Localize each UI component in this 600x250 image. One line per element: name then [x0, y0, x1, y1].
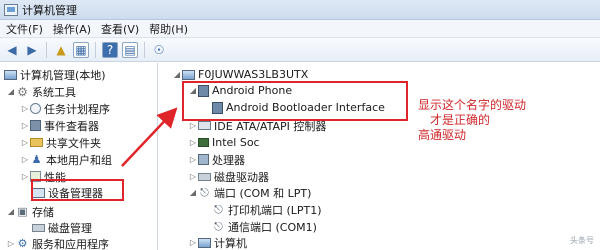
properties-icon[interactable]: ▤	[122, 41, 138, 58]
tree-system-tools[interactable]: ◢ ⚙ 系统工具	[6, 84, 76, 99]
users-icon: ♟	[31, 153, 42, 166]
android-device-highlight	[182, 81, 408, 121]
up-folder-icon[interactable]: ▲	[53, 42, 69, 58]
storage-icon: ▣	[17, 205, 28, 218]
disk-management-label: 磁盘管理	[48, 221, 92, 235]
show-hide-tree-icon[interactable]: ▦	[73, 41, 89, 58]
ports-label: 端口 (COM 和 LPT)	[214, 186, 312, 200]
intel-soc-label: Intel Soc	[212, 136, 260, 149]
back-arrow-icon[interactable]: ◀	[4, 42, 20, 58]
comm-port-label: 通信端口 (COM1)	[228, 220, 317, 234]
device-printer-port[interactable]: ⎋ 打印机端口 (LPT1)	[212, 202, 322, 217]
navigation-tree: 计算机管理(本地) ◢ ⚙ 系统工具 ▷ 任务计划程序 ▷ 事件查看器 ▷ 共享…	[0, 63, 158, 250]
annotation-note: 显示这个名字的驱动 才是正确的 高通驱动	[418, 98, 526, 143]
collapse-arrow-icon[interactable]: ◢	[188, 188, 198, 197]
expand-arrow-icon[interactable]: ▷	[20, 138, 30, 147]
device-disk-drives[interactable]: ▷ 磁盘驱动器	[188, 169, 269, 184]
menu-help[interactable]: 帮助(H)	[147, 21, 196, 37]
menu-action[interactable]: 操作(A)	[51, 21, 99, 37]
computer-icon	[198, 237, 211, 248]
computer-node-label: 计算机	[214, 236, 247, 250]
expand-arrow-icon[interactable]: ▷	[20, 172, 30, 181]
storage-label: 存储	[32, 205, 54, 219]
event-log-icon	[30, 120, 41, 131]
device-comm-port[interactable]: ⎋ 通信端口 (COM1)	[212, 219, 317, 234]
event-viewer-label: 事件查看器	[44, 119, 99, 133]
expand-arrow-icon[interactable]: ▷	[20, 104, 30, 113]
expand-arrow-icon[interactable]: ▷	[188, 238, 198, 247]
processor-label: 处理器	[212, 153, 245, 167]
window-title: 计算机管理	[22, 3, 77, 17]
watermark: 头条号	[570, 236, 594, 245]
toolbar-separator	[144, 41, 145, 58]
computer-management-icon	[4, 3, 18, 16]
ide-controller-icon	[198, 121, 211, 130]
expand-arrow-icon[interactable]: ▷	[20, 121, 30, 130]
device-computer[interactable]: ▷ 计算机	[188, 235, 247, 250]
local-users-label: 本地用户和组	[46, 153, 112, 167]
menu-bar: 文件(F) 操作(A) 查看(V) 帮助(H)	[0, 20, 600, 38]
tree-root-label: 计算机管理(本地)	[20, 68, 106, 82]
services-icon: ⚙	[17, 237, 28, 250]
device-root[interactable]: ◢ F0JUWWAS3LB3UTX	[172, 67, 308, 82]
shared-folders-label: 共享文件夹	[46, 136, 101, 150]
disk-drives-label: 磁盘驱动器	[214, 170, 269, 184]
task-scheduler-label: 任务计划程序	[44, 102, 110, 116]
tree-local-users[interactable]: ▷ ♟ 本地用户和组	[20, 152, 112, 167]
printer-port-label: 打印机端口 (LPT1)	[228, 203, 322, 217]
computer-icon	[4, 69, 17, 80]
computer-icon	[182, 69, 195, 80]
port-icon: ⎋	[200, 185, 209, 199]
forward-arrow-icon[interactable]: ▶	[24, 42, 40, 58]
toolbar: ◀ ▶ ▲ ▦ ? ▤ ☉	[0, 38, 600, 62]
title-bar: 计算机管理	[0, 0, 600, 20]
expand-arrow-icon[interactable]: ▷	[188, 172, 198, 181]
port-icon: ⎋	[214, 219, 223, 233]
scan-hardware-icon[interactable]: ☉	[151, 42, 167, 58]
services-label: 服务和应用程序	[32, 237, 109, 250]
tree-disk-management[interactable]: 磁盘管理	[32, 220, 92, 235]
clock-icon	[30, 103, 41, 114]
tree-task-scheduler[interactable]: ▷ 任务计划程序	[20, 101, 110, 116]
toolbar-separator	[95, 41, 96, 58]
collapse-arrow-icon[interactable]: ◢	[172, 70, 182, 79]
expand-arrow-icon[interactable]: ▷	[6, 239, 16, 248]
folder-icon	[30, 138, 43, 147]
expand-arrow-icon[interactable]: ▷	[188, 138, 198, 147]
device-intel-soc[interactable]: ▷ Intel Soc	[188, 135, 260, 150]
device-manager-highlight	[31, 179, 124, 201]
tree-storage[interactable]: ◢ ▣ 存储	[6, 204, 54, 219]
port-icon: ⎋	[214, 202, 223, 216]
expand-arrow-icon[interactable]: ▷	[188, 155, 198, 164]
tree-shared-folders[interactable]: ▷ 共享文件夹	[20, 135, 101, 150]
tree-services[interactable]: ▷ ⚙ 服务和应用程序	[6, 236, 109, 250]
collapse-arrow-icon[interactable]: ◢	[6, 87, 16, 96]
annotation-line-3: 高通驱动	[418, 128, 467, 142]
device-ports[interactable]: ◢ ⎋ 端口 (COM 和 LPT)	[188, 185, 311, 200]
disk-icon	[32, 223, 45, 232]
menu-file[interactable]: 文件(F)	[4, 21, 51, 37]
collapse-arrow-icon[interactable]: ◢	[6, 207, 16, 216]
chip-icon	[198, 138, 209, 147]
tools-icon: ⚙	[17, 84, 28, 99]
help-icon[interactable]: ?	[102, 41, 118, 58]
processor-icon	[198, 154, 209, 165]
system-tools-label: 系统工具	[32, 85, 76, 99]
menu-view[interactable]: 查看(V)	[99, 21, 147, 37]
toolbar-separator	[46, 41, 47, 58]
annotation-line-2: 才是正确的	[430, 113, 491, 127]
annotation-line-1: 显示这个名字的驱动	[418, 98, 527, 112]
computer-name-label: F0JUWWAS3LB3UTX	[198, 68, 309, 81]
disk-icon	[198, 172, 211, 181]
expand-arrow-icon[interactable]: ▷	[20, 155, 30, 164]
tree-event-viewer[interactable]: ▷ 事件查看器	[20, 118, 99, 133]
tree-root[interactable]: 计算机管理(本地)	[4, 67, 106, 82]
expand-arrow-icon[interactable]: ▷	[188, 121, 198, 130]
device-processor[interactable]: ▷ 处理器	[188, 152, 245, 167]
